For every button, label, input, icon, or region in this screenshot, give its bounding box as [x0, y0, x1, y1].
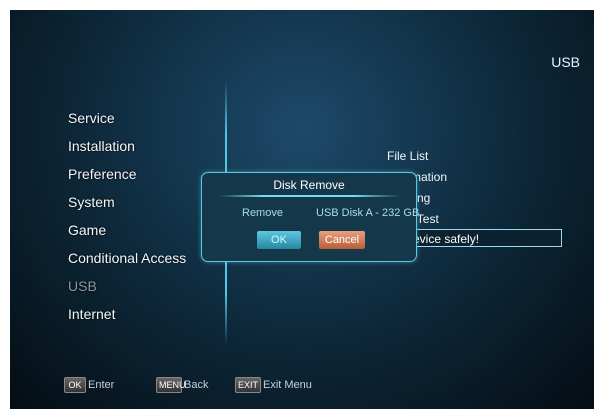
- menu-item-installation[interactable]: Installation: [68, 132, 186, 160]
- menu-item-internet[interactable]: Internet: [68, 300, 186, 328]
- screen-title: USB: [551, 54, 580, 70]
- menu-item-service[interactable]: Service: [68, 104, 186, 132]
- usb-option-file-list[interactable]: File List: [387, 146, 447, 167]
- device-name[interactable]: USB Disk A - 232 GB: [316, 207, 419, 219]
- dialog-title: Disk Remove: [273, 178, 345, 192]
- dialog-title-divider: [218, 195, 400, 197]
- hint-exit-text: Exit Menu: [263, 379, 312, 391]
- hint-ok-text: Enter: [88, 379, 115, 391]
- menu-item-preference[interactable]: Preference: [68, 160, 186, 188]
- disk-remove-dialog: Disk Remove Remove USB Disk A - 232 GB O…: [201, 172, 419, 262]
- ok-button[interactable]: OK: [257, 231, 301, 249]
- remove-device-option[interactable]: evice safely!: [408, 229, 562, 247]
- menu-item-system[interactable]: System: [68, 188, 186, 216]
- hint-exit: EXIT Exit Menu: [235, 377, 312, 393]
- cancel-button[interactable]: Cancel: [319, 231, 365, 249]
- hint-menu-text: Back: [184, 379, 209, 391]
- hint-menu: MENUBack: [156, 377, 208, 393]
- menu-key-icon: MENU: [156, 377, 186, 393]
- menu-item-game[interactable]: Game: [68, 216, 186, 244]
- main-menu: Service Installation Preference System G…: [68, 104, 186, 328]
- menu-item-conditional-access[interactable]: Conditional Access: [68, 244, 186, 272]
- hint-ok: OK Enter: [64, 377, 114, 393]
- ok-key-icon: OK: [64, 377, 86, 393]
- exit-key-icon: EXIT: [235, 377, 261, 393]
- tv-menu-screen: USB Service Installation Preference Syst…: [10, 10, 594, 409]
- menu-item-usb[interactable]: USB: [68, 272, 186, 300]
- remove-label: Remove: [242, 207, 283, 219]
